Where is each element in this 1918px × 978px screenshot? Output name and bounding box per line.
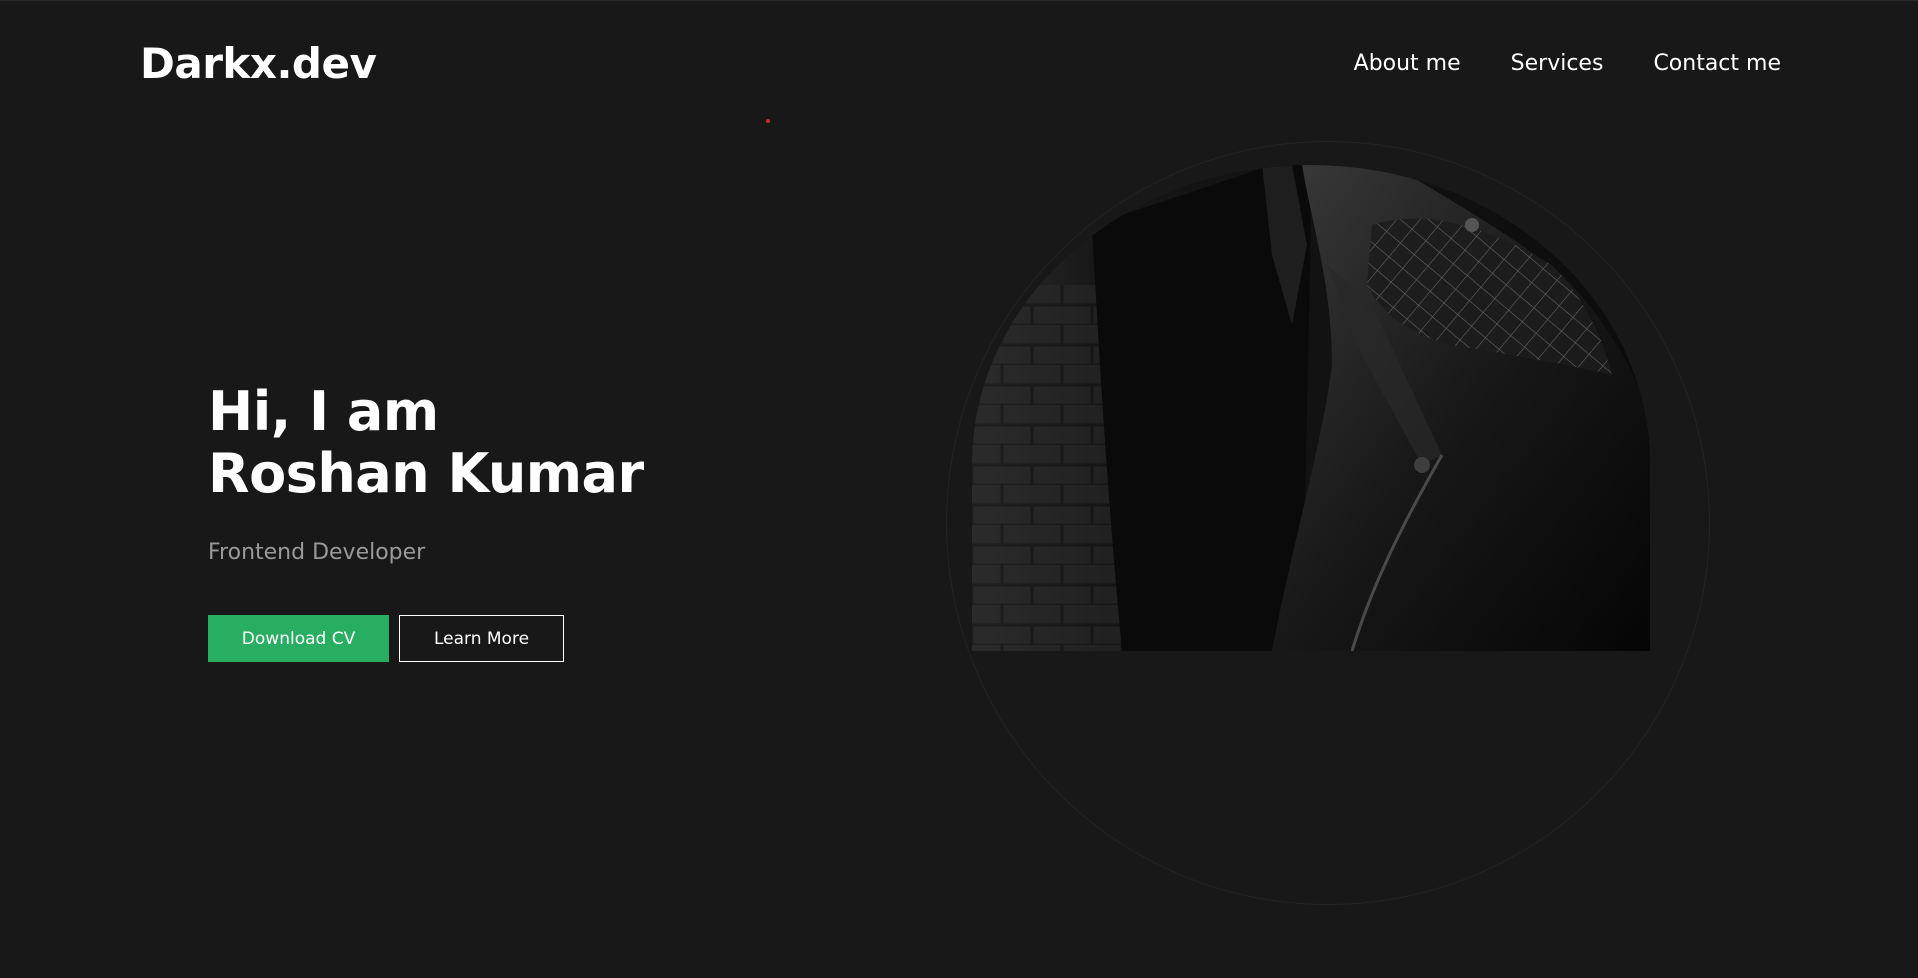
site-logo[interactable]: Darkx.dev xyxy=(140,39,377,88)
nav-link-about[interactable]: About me xyxy=(1354,51,1461,76)
download-cv-button[interactable]: Download CV xyxy=(208,615,389,662)
nav-link-contact[interactable]: Contact me xyxy=(1653,51,1781,76)
nav-link-services[interactable]: Services xyxy=(1511,51,1604,76)
hero-heading: Hi, I am Roshan Kumar xyxy=(208,381,644,505)
hero-name: Roshan Kumar xyxy=(208,442,644,505)
main-nav: About me Services Contact me xyxy=(1354,51,1781,76)
page: Darkx.dev About me Services Contact me H… xyxy=(0,0,1918,978)
hero-role: Frontend Developer xyxy=(208,540,426,565)
cursor-dot xyxy=(766,119,770,123)
hero-greeting: Hi, I am xyxy=(208,380,439,443)
learn-more-button[interactable]: Learn More xyxy=(399,615,564,662)
hero-buttons: Download CV Learn More xyxy=(208,615,564,662)
